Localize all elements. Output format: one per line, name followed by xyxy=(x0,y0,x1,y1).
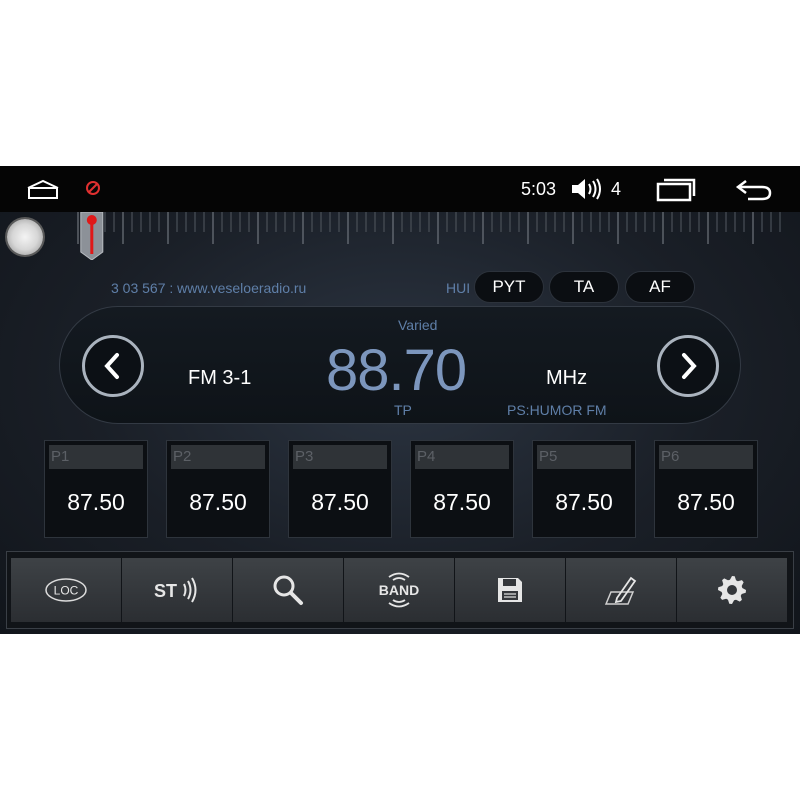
preset-frequency: 87.50 xyxy=(67,489,125,515)
radiotext: 3 03 567 : www.veseloeradio.ru xyxy=(111,280,307,296)
save-icon xyxy=(498,578,522,602)
volume-level: 4 xyxy=(611,179,622,199)
block-icon xyxy=(86,181,100,195)
frequency-unit: MHz xyxy=(546,367,588,389)
chevron-left-icon xyxy=(104,353,119,379)
ta-button[interactable]: TA xyxy=(549,271,619,303)
volume-icon[interactable] xyxy=(570,177,602,201)
pty-button[interactable]: PYT xyxy=(474,271,544,303)
tp-indicator: TP xyxy=(394,402,412,418)
stereo-icon: ST xyxy=(154,577,197,603)
frequency-panel: Varied FM 3-1 88.70 MHz TP PS:HUMOR FM xyxy=(59,306,741,424)
preset-p4[interactable]: P4 87.50 xyxy=(410,440,514,538)
preset-p5[interactable]: P5 87.50 xyxy=(532,440,636,538)
program-type: Varied xyxy=(398,317,438,333)
back-icon[interactable] xyxy=(734,177,774,201)
save-button[interactable] xyxy=(455,558,565,622)
preset-label: P4 xyxy=(415,445,509,469)
radio-screen: 5:03 4 3 03 567 : www.veseloeradio.ru HU… xyxy=(0,166,800,634)
seek-up-button[interactable] xyxy=(657,335,719,397)
preset-p6[interactable]: P6 87.50 xyxy=(654,440,758,538)
band-icon: BAND xyxy=(379,572,419,608)
preset-frequency: 87.50 xyxy=(677,489,735,515)
preset-p1[interactable]: P1 87.50 xyxy=(44,440,148,538)
band-button[interactable]: BAND xyxy=(344,558,454,622)
frequency-display: 88.70 xyxy=(326,338,467,403)
preset-frequency: 87.50 xyxy=(311,489,369,515)
preset-p3[interactable]: P3 87.50 xyxy=(288,440,392,538)
settings-button[interactable] xyxy=(677,558,787,622)
preset-frequency: 87.50 xyxy=(433,489,491,515)
chevron-right-icon xyxy=(682,353,697,379)
tuning-needle[interactable] xyxy=(80,212,104,260)
gear-icon xyxy=(718,576,746,604)
preset-label: P3 xyxy=(293,445,387,469)
svg-text:BAND: BAND xyxy=(379,582,419,598)
loc-icon: LOC xyxy=(45,578,87,602)
preset-label: P1 xyxy=(49,445,143,469)
band-label: FM 3-1 xyxy=(188,367,252,389)
ps-name: PS:HUMOR FM xyxy=(507,402,607,418)
svg-text:ST: ST xyxy=(154,581,177,601)
af-button[interactable]: AF xyxy=(625,271,695,303)
scale-knob[interactable] xyxy=(7,219,43,255)
preset-frequency: 87.50 xyxy=(555,489,613,515)
search-icon xyxy=(273,575,303,605)
seek-down-button[interactable] xyxy=(82,335,144,397)
preset-label: P2 xyxy=(171,445,265,469)
bottom-toolbar: LOC ST BAND xyxy=(6,551,794,629)
tuner-scale[interactable] xyxy=(70,212,800,260)
stereo-button[interactable]: ST xyxy=(122,558,232,622)
preset-label: P5 xyxy=(537,445,631,469)
edit-icon xyxy=(604,576,637,605)
home-icon[interactable] xyxy=(26,178,60,200)
preset-frequency: 87.50 xyxy=(189,489,247,515)
recents-icon[interactable] xyxy=(656,178,696,202)
search-button[interactable] xyxy=(233,558,343,622)
preset-label: P6 xyxy=(659,445,753,469)
svg-text:LOC: LOC xyxy=(54,584,79,598)
clock: 5:03 xyxy=(521,179,557,199)
status-bar: 5:03 4 xyxy=(0,166,800,212)
hui-label: HUI xyxy=(446,280,471,296)
edit-button[interactable] xyxy=(566,558,676,622)
loc-button[interactable]: LOC xyxy=(11,558,121,622)
preset-p2[interactable]: P2 87.50 xyxy=(166,440,270,538)
